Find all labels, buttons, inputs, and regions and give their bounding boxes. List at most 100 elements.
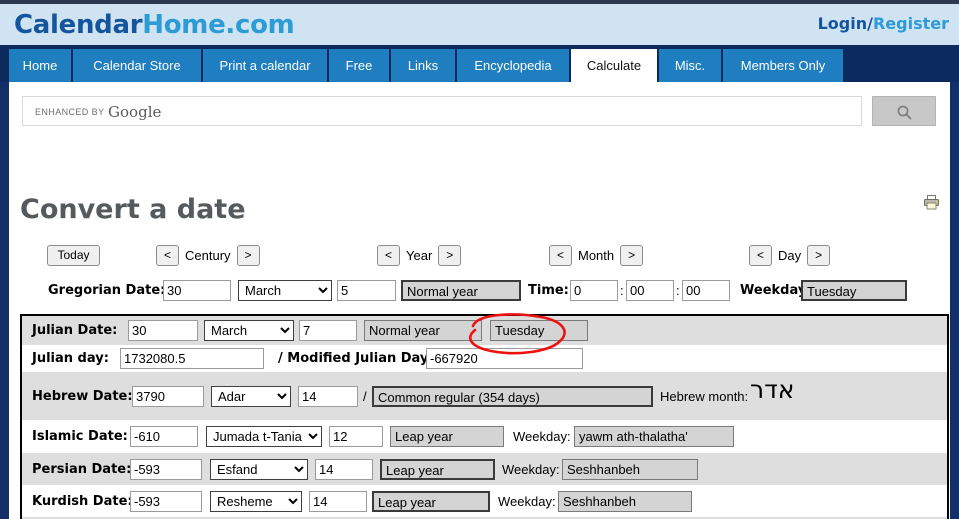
century-next-button[interactable]: >	[236, 245, 260, 266]
islamic-yeartype-readonly: Leap year	[390, 426, 504, 447]
gregorian-month-select[interactable]: March	[238, 280, 332, 301]
hebrew-month-select[interactable]: Adar	[211, 386, 291, 407]
mjd-input[interactable]	[426, 348, 583, 369]
login-register: Login/Register	[818, 14, 949, 33]
nav-tab-members-only[interactable]: Members Only	[723, 49, 843, 82]
julian-date-weekday-readonly: Tuesday	[490, 320, 588, 341]
time-second-input[interactable]	[682, 280, 730, 301]
gregorian-label: Gregorian Date:	[48, 283, 166, 298]
persian-month-select[interactable]: Esfand	[210, 459, 308, 480]
julian-date-year-input[interactable]	[299, 320, 357, 341]
stepper-century: < Century >	[156, 245, 260, 267]
enhanced-by-label: ENHANCED BY	[35, 107, 105, 117]
table-row-islamic: Islamic Date: Jumada t-Tania Leap year W…	[22, 420, 947, 453]
persian-year-input[interactable]	[130, 459, 202, 480]
hebrew-label: Hebrew Date:	[32, 389, 133, 404]
logo-text-secondary: Home.com	[142, 10, 295, 40]
google-wordmark: Google	[108, 103, 162, 121]
julian-date-yeartype-readonly: Normal year	[364, 320, 482, 341]
day-prev-button[interactable]: <	[749, 245, 772, 266]
hebrew-yeartype-readonly: Common regular (354 days)	[372, 386, 653, 407]
stepper-year: < Year >	[377, 245, 462, 267]
table-row-persian: Persian Date: Esfand Leap year Weekday: …	[22, 453, 947, 485]
stepper-day: < Day >	[749, 245, 831, 267]
kurdish-day-input[interactable]	[309, 491, 367, 512]
masthead: CalendarHome.com Login/Register	[0, 4, 959, 45]
hebrew-month-label: Hebrew month:	[660, 389, 749, 404]
gregorian-date-row: Gregorian Date: March Normal year Time: …	[9, 280, 950, 304]
table-row-hebrew: Hebrew Date: Adar / Common regular (354 …	[22, 372, 947, 420]
time-minute-input[interactable]	[626, 280, 674, 301]
time-hour-input[interactable]	[570, 280, 618, 301]
kurdish-weekday-label: Weekday:	[498, 494, 556, 509]
hebrew-month-native-text: אדר	[750, 375, 795, 404]
year-label: Year	[406, 248, 433, 263]
mjd-label: / Modified Julian Day:	[278, 351, 434, 366]
persian-weekday-readonly: Seshhanbeh	[562, 459, 698, 480]
month-prev-button[interactable]: <	[549, 245, 572, 266]
islamic-weekday-readonly: yawm ath-thalatha'	[574, 426, 734, 447]
printer-icon[interactable]	[923, 194, 940, 214]
content-sheet: ENHANCED BY Google Convert a date Today	[9, 82, 950, 519]
islamic-month-select[interactable]: Jumada t-Tania	[206, 426, 322, 447]
hebrew-year-input[interactable]	[132, 386, 204, 407]
julian-day-label: Julian day:	[32, 351, 109, 366]
page-title: Convert a date	[20, 194, 246, 225]
logo-text-primary: Calendar	[14, 10, 143, 40]
main-navigation: Home Calendar Store Print a calendar Free Li…	[0, 45, 959, 82]
kurdish-year-input[interactable]	[130, 491, 202, 512]
kurdish-weekday-readonly: Seshhanbeh	[558, 491, 692, 512]
gregorian-year-input[interactable]	[337, 280, 396, 301]
julian-date-day-input[interactable]	[128, 320, 198, 341]
time-label: Time:	[528, 283, 569, 298]
julian-day-input[interactable]	[120, 348, 264, 369]
hebrew-day-input[interactable]	[298, 386, 358, 407]
nav-tab-home[interactable]: Home	[9, 49, 71, 82]
time-separator-2: :	[676, 283, 680, 298]
persian-yeartype-readonly: Leap year	[380, 459, 495, 480]
site-logo[interactable]: CalendarHome.com	[14, 10, 295, 40]
stepper-today: Today	[47, 245, 100, 267]
kurdish-yeartype-readonly: Leap year	[372, 491, 490, 512]
kurdish-month-select[interactable]: Resheme	[210, 491, 302, 512]
search-button[interactable]	[872, 96, 936, 126]
islamic-label: Islamic Date:	[32, 429, 128, 444]
nav-tab-calculate[interactable]: Calculate	[571, 49, 657, 82]
table-row-julian-day: Julian day: / Modified Julian Day:	[22, 345, 947, 372]
persian-label: Persian Date:	[32, 462, 132, 477]
page-root: CalendarHome.com Login/Register Home Cale…	[0, 0, 959, 519]
gregorian-day-input[interactable]	[163, 280, 231, 301]
year-next-button[interactable]: >	[438, 245, 462, 266]
time-separator-1: :	[620, 283, 624, 298]
search-input[interactable]: ENHANCED BY Google	[22, 96, 862, 126]
islamic-day-input[interactable]	[329, 426, 383, 447]
month-next-button[interactable]: >	[620, 245, 644, 266]
login-link[interactable]: Login	[818, 14, 868, 33]
day-label: Day	[778, 248, 802, 263]
google-cse-badge: ENHANCED BY Google	[35, 103, 161, 121]
kurdish-label: Kurdish Date:	[32, 494, 133, 509]
month-label: Month	[578, 248, 615, 263]
persian-weekday-label: Weekday:	[502, 462, 560, 477]
nav-tab-misc[interactable]: Misc.	[659, 49, 721, 82]
nav-tab-links[interactable]: Links	[391, 49, 455, 82]
nav-tab-print-a-calendar[interactable]: Print a calendar	[203, 49, 327, 82]
persian-day-input[interactable]	[315, 459, 373, 480]
search-icon	[897, 105, 912, 120]
conversion-results-table: Julian Date: March Normal year Tuesday J…	[20, 314, 949, 519]
hebrew-slash: /	[363, 389, 367, 404]
julian-date-month-select[interactable]: March	[204, 320, 294, 341]
nav-tab-calendar-store[interactable]: Calendar Store	[73, 49, 201, 82]
julian-date-label: Julian Date:	[32, 323, 118, 338]
year-prev-button[interactable]: <	[377, 245, 400, 266]
nav-tab-encyclopedia[interactable]: Encyclopedia	[457, 49, 569, 82]
day-next-button[interactable]: >	[807, 245, 831, 266]
nav-tab-free[interactable]: Free	[329, 49, 389, 82]
islamic-year-input[interactable]	[130, 426, 198, 447]
table-row-kurdish: Kurdish Date: Resheme Leap year Weekday:…	[22, 485, 947, 517]
century-label: Century	[185, 248, 231, 263]
register-link[interactable]: Register	[873, 14, 949, 33]
table-row-julian-date: Julian Date: March Normal year Tuesday	[22, 316, 947, 345]
century-prev-button[interactable]: <	[156, 245, 179, 266]
today-button[interactable]: Today	[47, 245, 100, 266]
